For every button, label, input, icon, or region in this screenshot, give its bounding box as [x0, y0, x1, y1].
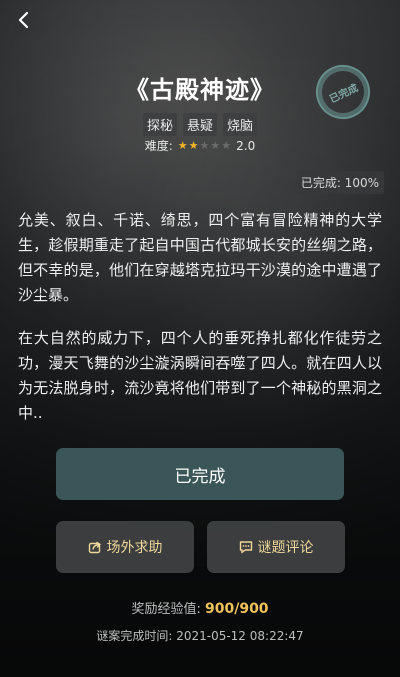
tag: 探秘 — [142, 113, 177, 136]
puzzle-comments-label: 谜题评论 — [257, 540, 314, 556]
back-button[interactable] — [10, 6, 38, 34]
share-icon — [88, 541, 101, 554]
story-paragraph: 允美、叙白、千诺、绮思，四个富有冒险精神的大学生，趁假期重走了起自中国古代都城长… — [18, 211, 382, 304]
difficulty-value: 2.0 — [236, 138, 256, 153]
story-text: 允美、叙白、千诺、绮思，四个富有冒险精神的大学生，趁假期重走了起自中国古代都城长… — [18, 208, 382, 444]
difficulty-row: 难度: ★ ★ ★ ★ ★ 2.0 — [0, 137, 400, 154]
finish-time: 谜案完成时间: 2021-05-12 08:22:47 — [96, 629, 304, 643]
puzzle-comments-button[interactable]: 谜题评论 — [207, 521, 345, 573]
chevron-left-icon — [18, 11, 29, 29]
tag: 悬疑 — [182, 113, 217, 136]
reward-row: 奖励经验值: 900/900 — [0, 598, 400, 617]
outside-help-button[interactable]: 场外求助 — [56, 521, 194, 573]
completed-button[interactable]: 已完成 — [56, 448, 344, 500]
star-empty-icon: ★ — [221, 139, 232, 152]
star-empty-icon: ★ — [199, 139, 210, 152]
reward-value: 900/900 — [204, 601, 269, 617]
reward-label: 奖励经验值: — [131, 602, 201, 617]
tag: 烧脑 — [223, 113, 258, 136]
star-empty-icon: ★ — [210, 139, 221, 152]
outside-help-label: 场外求助 — [106, 540, 163, 556]
story-paragraph: 在大自然的威力下，四个人的垂死挣扎都化作徒劳之功，漫天飞舞的沙尘漩涡瞬间吞噬了四… — [18, 329, 382, 422]
progress-badge: 已完成: 100% — [295, 171, 384, 194]
difficulty-stars: ★ ★ ★ ★ ★ — [178, 140, 231, 151]
tag-list: 探秘 悬疑 烧脑 — [0, 113, 400, 136]
difficulty-label: 难度: — [144, 139, 173, 153]
star-filled-icon: ★ — [188, 139, 199, 152]
star-filled-icon: ★ — [177, 139, 188, 152]
comment-icon — [239, 541, 252, 554]
